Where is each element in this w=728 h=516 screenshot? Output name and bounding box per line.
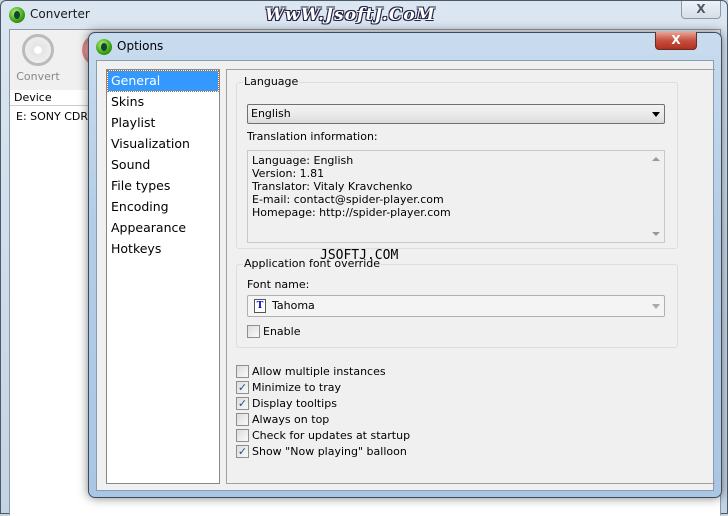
checkbox-box[interactable]: ✓ [236, 397, 249, 410]
device-row[interactable]: E: SONY CDRW [16, 110, 98, 123]
option-checkbox[interactable]: ✓ Show "Now playing" balloon [236, 445, 407, 458]
checkbox-box[interactable] [236, 365, 249, 378]
scroll-up-icon[interactable] [652, 157, 660, 161]
enable-label: Enable [263, 325, 301, 338]
translation-info-line: Language: English [252, 154, 354, 167]
watermark-top: WwW.JsoftJ.CoM [265, 5, 436, 25]
option-label: Minimize to tray [252, 381, 342, 394]
nav-item-hotkeys[interactable]: Hotkeys [108, 239, 218, 259]
dialog-title: Options [117, 39, 164, 53]
nav-item-playlist[interactable]: Playlist [108, 113, 218, 133]
translation-info-line: Version: 1.81 [252, 167, 325, 180]
scroll-down-icon[interactable] [652, 232, 660, 236]
general-panel: Language English Translation information… [226, 69, 715, 484]
option-label: Check for updates at startup [252, 429, 411, 442]
nav-item-general[interactable]: General [107, 70, 219, 92]
option-checkbox[interactable]: ✓ Display tooltips [236, 397, 337, 410]
font-override-group: Application font override Font name: T Ta… [236, 257, 678, 348]
chevron-down-icon [652, 112, 660, 117]
close-button[interactable]: X [655, 32, 697, 50]
options-dialog: Options X General Skins Playlist Visualizat… [88, 32, 722, 498]
option-checkbox[interactable]: Allow multiple instances [236, 365, 386, 378]
checkbox-box[interactable] [236, 429, 249, 442]
chevron-down-icon [652, 304, 660, 309]
translation-info-text[interactable]: Language: English Version: 1.81 Translator… [247, 150, 665, 243]
translation-info-line: Homepage: http://spider-player.com [252, 206, 451, 219]
language-select[interactable]: English [247, 104, 665, 124]
font-name-select[interactable]: T Tahoma [247, 295, 665, 317]
language-value: English [251, 107, 291, 120]
dialog-client: General Skins Playlist Visualization Sound Fi… [96, 60, 715, 491]
translation-info-label: Translation information: [247, 130, 378, 143]
translation-info-line: E-mail: contact@spider-player.com [252, 193, 444, 206]
nav-item-skins[interactable]: Skins [108, 92, 218, 112]
nav-item-appearance[interactable]: Appearance [108, 218, 218, 238]
option-label: Allow multiple instances [252, 365, 386, 378]
spider-app-icon [9, 7, 25, 23]
spider-app-icon [96, 39, 112, 55]
watermark-overlay: JSOFTJ.COM [320, 248, 399, 263]
checkbox-box[interactable] [247, 325, 260, 338]
option-checkbox[interactable]: ✓ Minimize to tray [236, 381, 341, 394]
enable-checkbox[interactable]: Enable [247, 325, 300, 338]
option-label: Always on top [252, 413, 330, 426]
language-group: Language English Translation information… [236, 75, 678, 249]
window-title: Converter [30, 7, 90, 21]
option-label: Show "Now playing" balloon [252, 445, 407, 458]
disc-icon [22, 34, 54, 66]
font-icon: T [254, 299, 266, 313]
font-name-value: Tahoma [272, 299, 315, 312]
nav-item-sound[interactable]: Sound [108, 155, 218, 175]
option-checkbox[interactable]: Always on top [236, 413, 329, 426]
translation-info-line: Translator: Vitaly Kravchenko [252, 180, 413, 193]
language-group-label: Language [243, 75, 300, 88]
nav-item-file-types[interactable]: File types [108, 176, 218, 196]
checkbox-box[interactable]: ✓ [236, 445, 249, 458]
nav-item-encoding[interactable]: Encoding [108, 197, 218, 217]
convert-label: Convert [16, 70, 60, 83]
checkbox-box[interactable]: ✓ [236, 381, 249, 394]
option-checkbox[interactable]: Check for updates at startup [236, 429, 410, 442]
font-name-label: Font name: [247, 278, 310, 291]
close-button[interactable]: X [681, 1, 721, 19]
scrollbar[interactable] [648, 151, 664, 242]
nav-item-visualization[interactable]: Visualization [108, 134, 218, 154]
option-label: Display tooltips [252, 397, 337, 410]
convert-button[interactable]: Convert [10, 34, 66, 83]
options-category-list: General Skins Playlist Visualization Sound Fi… [106, 69, 220, 484]
checkbox-box[interactable] [236, 413, 249, 426]
